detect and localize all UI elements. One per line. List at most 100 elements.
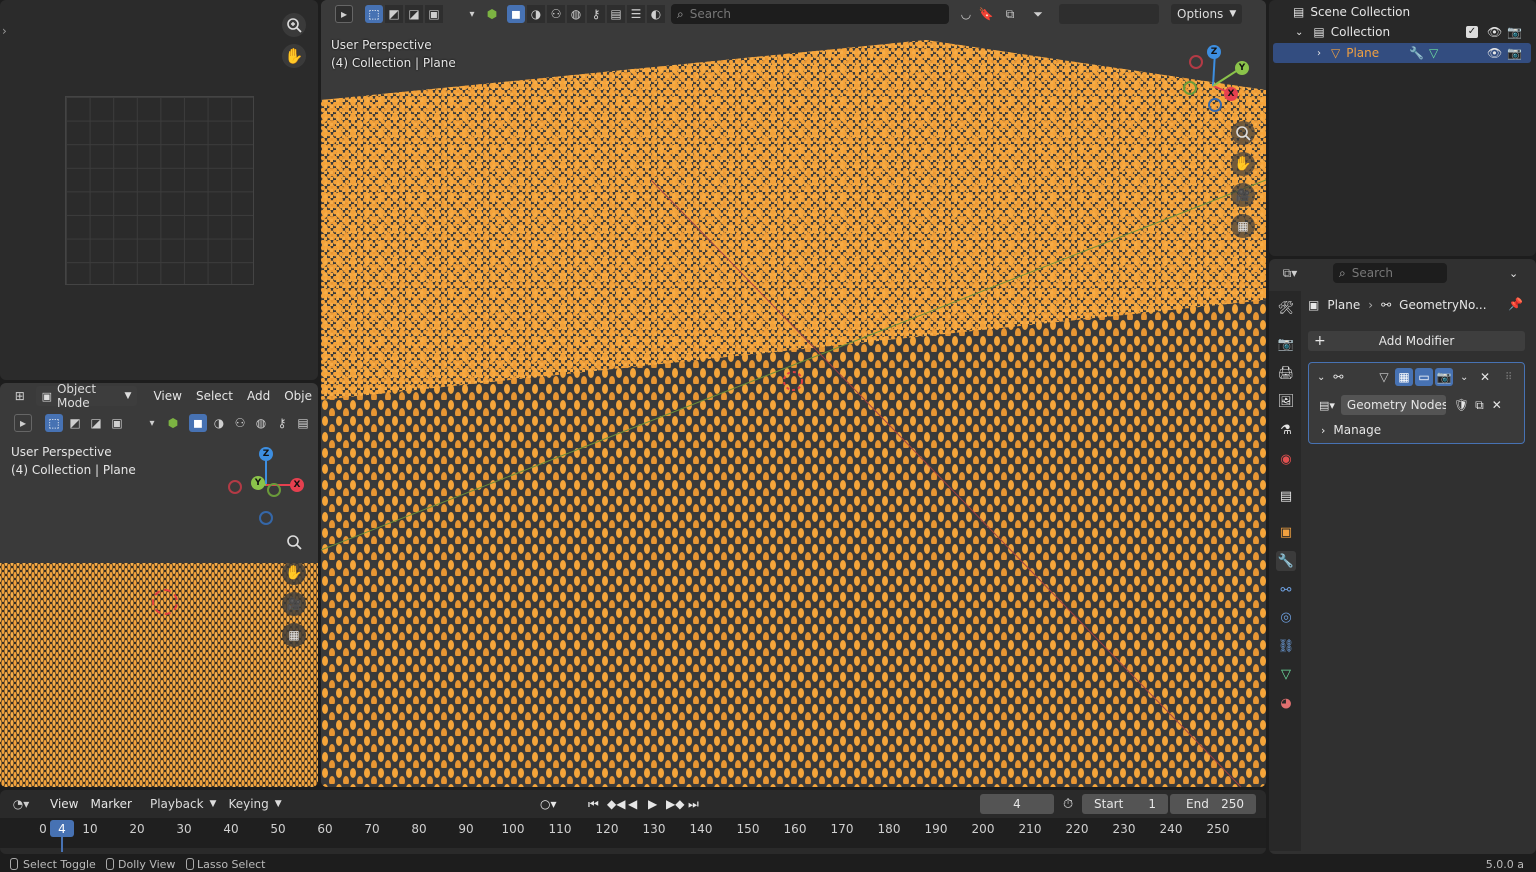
camera-icon[interactable]: 🎥 xyxy=(282,592,306,616)
empty-field[interactable] xyxy=(1059,4,1159,24)
menu-view[interactable]: View xyxy=(147,389,187,403)
gizmo-neg-y-icon[interactable] xyxy=(267,483,281,497)
jump-start-icon[interactable]: ⏮ xyxy=(588,797,599,812)
chevron-down-icon[interactable]: ⌄ xyxy=(1509,267,1518,280)
navigation-gizmo[interactable]: Z Y X xyxy=(1183,42,1253,114)
select-box-mode-icon[interactable]: ⬚ xyxy=(45,414,63,432)
gizmo-neg-x-icon[interactable] xyxy=(1189,55,1203,69)
select-intersect-icon[interactable]: ▣ xyxy=(108,414,126,432)
shading-solid-icon[interactable]: ◼ xyxy=(507,5,525,23)
unlink-icon[interactable]: ✕ xyxy=(1492,398,1502,412)
stopwatch-icon[interactable]: ⏱ xyxy=(1063,797,1073,812)
collapse-arrow-icon[interactable]: › xyxy=(2,24,7,38)
collapse-arrow-icon[interactable]: ⌄ xyxy=(1317,372,1325,383)
visibility-icon[interactable]: ⬢ xyxy=(164,414,182,432)
camera-render-icon[interactable]: 📷 xyxy=(1507,46,1522,60)
editor-type-icon[interactable]: ⊞ xyxy=(12,387,28,405)
zoom-in-icon[interactable] xyxy=(282,13,306,37)
playback-dropdown[interactable]: Playback ▼ xyxy=(143,794,223,814)
select-tool-icon[interactable]: ▸ xyxy=(335,5,353,23)
gizmo-z-icon[interactable]: Z xyxy=(1207,45,1221,59)
overlay-icon[interactable]: ⚇ xyxy=(547,5,565,23)
keying-dropdown[interactable]: Keying ▼ xyxy=(222,794,288,814)
render-display-icon[interactable]: 📷 xyxy=(1435,368,1453,386)
grid-ortho-icon[interactable]: ▦ xyxy=(282,623,306,647)
close-icon[interactable]: ✕ xyxy=(1480,370,1490,384)
outliner-row-collection[interactable]: ⌄ ▤ Collection ✓ 👁 📷 xyxy=(1269,22,1536,42)
render-icon[interactable]: ▤ xyxy=(607,5,625,23)
menu-view[interactable]: View xyxy=(44,797,84,811)
modifier-wrench-icon[interactable]: 🔧 xyxy=(1409,46,1424,60)
play-reverse-icon[interactable]: ◀ xyxy=(628,797,637,811)
pin-icon[interactable]: 📌 xyxy=(1508,297,1523,311)
shading-rendered-icon[interactable]: ◍ xyxy=(252,414,270,432)
outliner-row-scene[interactable]: ▤ Scene Collection xyxy=(1269,2,1536,22)
object-mode-dropdown[interactable]: ▣ Object Mode ▼ xyxy=(35,383,138,410)
cage-icon[interactable]: ▦ xyxy=(1395,368,1413,386)
gizmo-x-icon[interactable]: X xyxy=(290,478,304,492)
end-frame-field[interactable]: End 250 xyxy=(1170,794,1256,814)
overlay-icon[interactable]: ⚇ xyxy=(231,414,249,432)
select-subtract-icon[interactable]: ◪ xyxy=(87,414,105,432)
gizmo-neg-z-icon[interactable] xyxy=(259,511,273,525)
menu-object[interactable]: Obje xyxy=(278,389,318,403)
gizmo-y-icon[interactable]: Y xyxy=(1235,61,1249,75)
toggle-icon[interactable]: ◐ xyxy=(647,5,665,23)
autokey-icon[interactable]: ○▾ xyxy=(540,797,557,811)
tab-object-icon[interactable]: ▣ xyxy=(1276,522,1296,542)
fake-user-icon[interactable]: 🛡 xyxy=(1454,398,1469,412)
hand-pan-icon[interactable]: ✋ xyxy=(282,561,306,585)
viewport-display-icon[interactable]: ▭ xyxy=(1415,368,1433,386)
gizmo-y-icon[interactable]: Y xyxy=(251,476,265,490)
jump-end-icon[interactable]: ⏭ xyxy=(688,797,699,812)
menu-marker[interactable]: Marker xyxy=(84,797,137,811)
tab-collection-icon[interactable]: ▤ xyxy=(1276,486,1296,506)
checkbox-icon[interactable]: ✓ xyxy=(1466,26,1478,38)
current-frame-field[interactable]: 4 xyxy=(980,794,1054,814)
tab-particles-icon[interactable]: ⚯ xyxy=(1276,580,1296,600)
tab-physics-icon[interactable]: ◎ xyxy=(1276,607,1296,627)
hand-pan-icon[interactable]: ✋ xyxy=(282,44,306,68)
shading-material-icon[interactable]: ◑ xyxy=(210,414,228,432)
tab-scene-icon[interactable]: ⚗ xyxy=(1276,420,1296,440)
outliner-row-plane[interactable]: › ▽ Plane 🔧 ▽ 👁 📷 xyxy=(1273,43,1531,63)
render-icon[interactable]: ▤ xyxy=(294,414,312,432)
editor-type-icon[interactable]: ⧉▾ xyxy=(1281,264,1299,282)
navigation-gizmo[interactable]: Z Y X xyxy=(224,443,308,525)
gizmo-neg-y-icon[interactable] xyxy=(1183,81,1197,95)
eye-icon[interactable]: 👁 xyxy=(1487,25,1502,39)
viewport-main-area[interactable]: ▸ ⬚ ◩ ◪ ▣ ▾ ⬢ ◼ ◑ ⚇ ◍ ⚷ ▤ ☰ ◐ ⌕ Search ◡… xyxy=(321,0,1266,787)
grid-ortho-icon[interactable]: ▦ xyxy=(1231,214,1255,238)
chevron-icon[interactable]: ◡ xyxy=(957,5,975,23)
camera-view-icon[interactable]: ⚷ xyxy=(587,5,605,23)
select-extend-icon[interactable]: ◩ xyxy=(66,414,84,432)
expand-arrow-icon[interactable]: ⌄ xyxy=(1295,27,1303,38)
tab-view-layer-icon[interactable]: 🖼 xyxy=(1276,391,1296,411)
editor-type-icon[interactable]: ◔▾ xyxy=(12,795,30,813)
current-frame-marker[interactable]: 4 xyxy=(50,820,74,837)
gizmo-neg-x-icon[interactable] xyxy=(228,480,242,494)
duplicate-icon[interactable]: ⧉ xyxy=(1475,398,1484,413)
filter-layout-icon[interactable]: ⧉ xyxy=(1001,5,1019,23)
shading-rendered-icon[interactable]: ◍ xyxy=(567,5,585,23)
expand-arrow-icon[interactable]: › xyxy=(1317,48,1321,59)
play-icon[interactable]: ▶ xyxy=(648,797,657,811)
options-dropdown[interactable]: Options ▼ xyxy=(1171,4,1243,24)
camera-render-icon[interactable]: 📷 xyxy=(1507,25,1522,39)
drag-handle-icon[interactable]: ⠿ xyxy=(1505,372,1512,383)
prev-keyframe-icon[interactable]: ◆◀ xyxy=(607,797,625,811)
tab-material-icon[interactable]: ◕ xyxy=(1276,693,1296,713)
tab-render-icon[interactable]: 📷 xyxy=(1276,334,1296,354)
select-tool-icon[interactable]: ▸ xyxy=(14,414,32,432)
outliner-area[interactable]: ▤ Scene Collection ⌄ ▤ Collection ✓ 👁 📷 … xyxy=(1269,0,1536,256)
tab-data-icon[interactable]: ▽ xyxy=(1276,664,1296,684)
tab-output-icon[interactable]: 🖨 xyxy=(1276,363,1296,383)
sort-icon[interactable]: ☰ xyxy=(627,5,645,23)
select-intersect-icon[interactable]: ▣ xyxy=(425,5,443,23)
camera-view-icon[interactable]: ⚷ xyxy=(273,414,291,432)
tab-tool-icon[interactable]: 🛠 xyxy=(1276,298,1296,318)
start-frame-field[interactable]: Start 1 xyxy=(1082,794,1168,814)
tab-world-icon[interactable]: ◉ xyxy=(1276,449,1296,469)
menu-select[interactable]: Select xyxy=(190,389,239,403)
mesh-data-icon[interactable]: ▽ xyxy=(1429,46,1438,60)
